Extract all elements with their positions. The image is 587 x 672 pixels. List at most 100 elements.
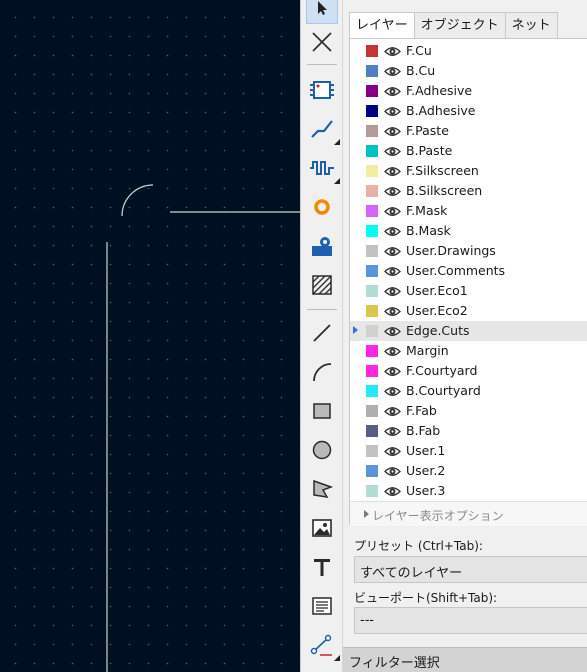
visibility-eye-icon[interactable]: [384, 443, 401, 460]
visibility-eye-icon[interactable]: [384, 283, 401, 300]
selection-filter-header[interactable]: フィルター選択: [343, 647, 587, 672]
visibility-eye-icon[interactable]: [384, 183, 401, 200]
visibility-eye-icon[interactable]: [384, 483, 401, 500]
visibility-eye-icon[interactable]: [384, 323, 401, 340]
layer-row[interactable]: F.Silkscreen: [350, 161, 587, 181]
add-via-button[interactable]: [306, 191, 338, 223]
layer-row[interactable]: F.Paste: [350, 121, 587, 141]
visibility-eye-icon[interactable]: [384, 363, 401, 380]
tab-nets[interactable]: ネット: [504, 12, 558, 38]
layer-row[interactable]: User.Comments: [350, 261, 587, 281]
layer-color-swatch[interactable]: [366, 105, 378, 117]
visibility-eye-icon[interactable]: [384, 223, 401, 240]
layer-color-swatch[interactable]: [366, 205, 378, 217]
add-image-button[interactable]: [306, 512, 338, 544]
draw-line-button[interactable]: [306, 317, 338, 349]
layer-row[interactable]: B.Courtyard: [350, 381, 587, 401]
layer-display-options-toggle[interactable]: レイヤー表示オプション: [350, 501, 587, 526]
current-layer-arrow-icon: [353, 326, 358, 334]
layer-color-swatch[interactable]: [366, 405, 378, 417]
layer-color-swatch[interactable]: [366, 65, 378, 77]
visibility-eye-icon[interactable]: [384, 123, 401, 140]
layer-row[interactable]: F.Mask: [350, 201, 587, 221]
viewport-select[interactable]: ---: [354, 607, 587, 634]
add-zone-button[interactable]: [306, 269, 338, 301]
select-tool-button[interactable]: [306, 0, 338, 24]
layer-color-swatch[interactable]: [366, 265, 378, 277]
layer-row[interactable]: B.Paste: [350, 141, 587, 161]
layer-color-swatch[interactable]: [366, 225, 378, 237]
layer-row[interactable]: User.Eco2: [350, 301, 587, 321]
layer-row[interactable]: User.1: [350, 441, 587, 461]
layer-row[interactable]: F.Fab: [350, 401, 587, 421]
layer-row[interactable]: F.Adhesive: [350, 81, 587, 101]
layer-color-swatch[interactable]: [366, 345, 378, 357]
visibility-eye-icon[interactable]: [384, 403, 401, 420]
layer-row[interactable]: B.Cu: [350, 61, 587, 81]
layer-row[interactable]: F.Courtyard: [350, 361, 587, 381]
tab-objects[interactable]: オブジェクト: [413, 12, 506, 38]
visibility-eye-icon[interactable]: [384, 383, 401, 400]
layer-color-swatch[interactable]: [366, 125, 378, 137]
visibility-eye-icon[interactable]: [384, 163, 401, 180]
add-footprint-button[interactable]: [306, 74, 338, 106]
layer-color-swatch[interactable]: [366, 425, 378, 437]
layer-row[interactable]: User.2: [350, 461, 587, 481]
visibility-eye-icon[interactable]: [384, 303, 401, 320]
visibility-eye-icon[interactable]: [384, 343, 401, 360]
layer-color-swatch[interactable]: [366, 305, 378, 317]
layer-color-swatch[interactable]: [366, 85, 378, 97]
preset-label: プリセット (Ctrl+Tab):: [354, 539, 483, 553]
visibility-eye-icon[interactable]: [384, 263, 401, 280]
layer-row[interactable]: F.Cu: [350, 41, 587, 61]
visibility-eye-icon[interactable]: [384, 103, 401, 120]
layer-row[interactable]: User.Eco1: [350, 281, 587, 301]
layer-color-swatch[interactable]: [366, 465, 378, 477]
layer-row[interactable]: User.Drawings: [350, 241, 587, 261]
pcb-canvas[interactable]: [0, 0, 300, 672]
layer-name: B.Silkscreen: [406, 183, 483, 198]
visibility-eye-icon[interactable]: [384, 83, 401, 100]
layer-color-swatch[interactable]: [366, 245, 378, 257]
layer-color-swatch[interactable]: [366, 325, 378, 337]
visibility-eye-icon[interactable]: [384, 143, 401, 160]
layer-row[interactable]: B.Silkscreen: [350, 181, 587, 201]
draw-circle-button[interactable]: [306, 434, 338, 466]
tune-length-button[interactable]: [306, 152, 340, 184]
layer-color-swatch[interactable]: [366, 45, 378, 57]
layer-row[interactable]: User.3: [350, 481, 587, 501]
add-text-button[interactable]: [306, 551, 338, 583]
visibility-eye-icon[interactable]: [384, 463, 401, 480]
tab-layers[interactable]: レイヤー: [349, 12, 415, 40]
preset-select[interactable]: すべてのレイヤー: [354, 556, 587, 583]
route-track-button[interactable]: [306, 113, 340, 145]
layer-color-swatch[interactable]: [366, 485, 378, 497]
visibility-eye-icon[interactable]: [384, 43, 401, 60]
layer-color-swatch[interactable]: [366, 445, 378, 457]
draw-polygon-button[interactable]: [306, 473, 338, 505]
layer-row[interactable]: Edge.Cuts: [350, 321, 587, 341]
draw-rectangle-button[interactable]: [306, 395, 338, 427]
draw-arc-button[interactable]: [306, 356, 338, 388]
layer-color-swatch[interactable]: [366, 165, 378, 177]
layer-row[interactable]: B.Fab: [350, 421, 587, 441]
layer-color-swatch[interactable]: [366, 145, 378, 157]
textbox-icon: [312, 597, 332, 615]
layer-color-swatch[interactable]: [366, 285, 378, 297]
layer-row[interactable]: B.Adhesive: [350, 101, 587, 121]
visibility-eye-icon[interactable]: [384, 243, 401, 260]
layer-color-swatch[interactable]: [366, 185, 378, 197]
layer-row[interactable]: Margin: [350, 341, 587, 361]
layer-name: F.Paste: [406, 123, 449, 138]
footprint-icon: [310, 81, 334, 99]
add-dimension-button[interactable]: [306, 629, 340, 661]
visibility-eye-icon[interactable]: [384, 63, 401, 80]
visibility-eye-icon[interactable]: [384, 423, 401, 440]
visibility-eye-icon[interactable]: [384, 203, 401, 220]
layer-color-swatch[interactable]: [366, 365, 378, 377]
layer-row[interactable]: B.Mask: [350, 221, 587, 241]
layer-color-swatch[interactable]: [366, 385, 378, 397]
local-ratsnest-button[interactable]: [306, 26, 338, 58]
add-pad-button[interactable]: [306, 230, 338, 262]
add-textbox-button[interactable]: [306, 590, 338, 622]
